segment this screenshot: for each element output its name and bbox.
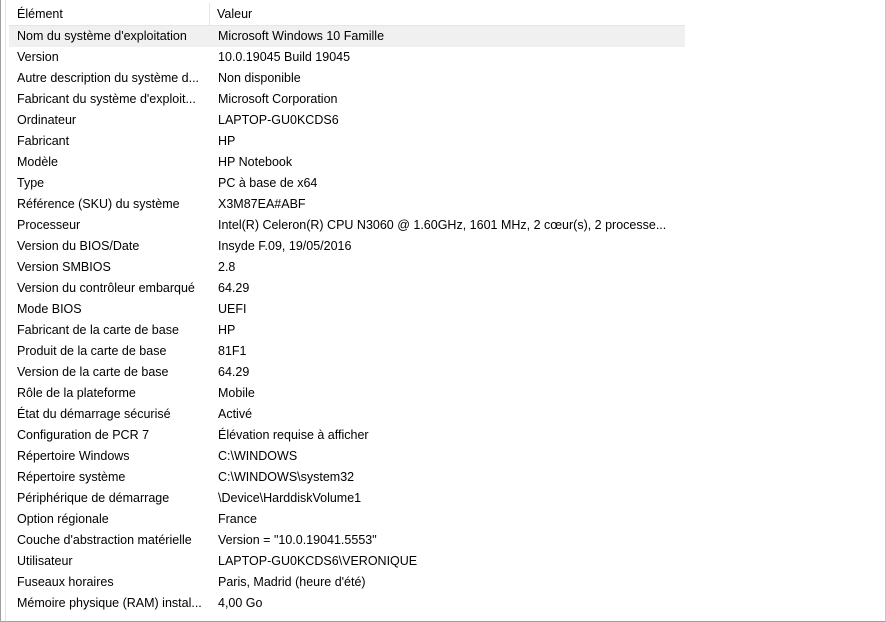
item-element: Option régionale [17, 512, 109, 526]
list-item[interactable]: Fuseaux horaires Paris, Madrid (heure d'é… [9, 572, 685, 593]
item-element: Processeur [17, 218, 81, 232]
list-item[interactable]: Nom du système d'exploitation Microsoft W… [9, 26, 685, 47]
item-value: 81F1 [218, 344, 247, 358]
column-header-element[interactable]: Élément [9, 3, 210, 25]
list-item[interactable]: Répertoire système C:\WINDOWS\system32 [9, 467, 685, 488]
list-item[interactable]: Modèle HP Notebook [9, 152, 685, 173]
item-value: 4,00 Go [218, 596, 263, 610]
list-item[interactable]: Répertoire Windows C:\WINDOWS [9, 446, 685, 467]
list-item[interactable]: Processeur Intel(R) Celeron(R) CPU N3060 … [9, 215, 685, 236]
list-body: Nom du système d'exploitation Microsoft W… [9, 26, 685, 614]
list-item[interactable]: Type PC à base de x64 [9, 173, 685, 194]
list-item[interactable]: Mémoire physique (RAM) instal... 4,00 Go [9, 593, 685, 614]
list-item[interactable]: Version du contrôleur embarqué 64.29 [9, 278, 685, 299]
list-item[interactable]: Mode BIOS UEFI [9, 299, 685, 320]
item-element: Rôle de la plateforme [17, 386, 136, 400]
item-value: Activé [218, 407, 253, 421]
item-value: Insyde F.09, 19/05/2016 [218, 239, 352, 253]
list-item[interactable]: Configuration de PCR 7 Élévation requise … [9, 425, 685, 446]
item-element: Version SMBIOS [17, 260, 111, 274]
list-item[interactable]: Couche d'abstraction matérielle Version =… [9, 530, 685, 551]
item-value: LAPTOP-GU0KCDS6\VERONIQUE [218, 554, 418, 568]
item-value: \Device\HarddiskVolume1 [218, 491, 362, 505]
list-item[interactable]: Version 10.0.19045 Build 19045 [9, 47, 685, 68]
item-value: Élévation requise à afficher [218, 428, 369, 442]
item-value: X3M87EA#ABF [218, 197, 306, 211]
list-item[interactable]: Produit de la carte de base 81F1 [9, 341, 685, 362]
list-item[interactable]: État du démarrage sécurisé Activé [9, 404, 685, 425]
item-value: Mobile [218, 386, 255, 400]
item-value: Microsoft Windows 10 Famille [218, 29, 385, 43]
item-element: Version de la carte de base [17, 365, 169, 379]
item-element: État du démarrage sécurisé [17, 407, 171, 421]
item-element: Répertoire Windows [17, 449, 130, 463]
list-item[interactable]: Périphérique de démarrage \Device\Harddis… [9, 488, 685, 509]
item-value: UEFI [218, 302, 247, 316]
item-value: C:\WINDOWS\system32 [218, 470, 355, 484]
list-item[interactable]: Autre description du système d... Non dis… [9, 68, 685, 89]
item-value: 64.29 [218, 365, 250, 379]
list-item[interactable]: Option régionale France [9, 509, 685, 530]
system-summary-panel: Élément Valeur Nom du système d'exploita… [0, 0, 886, 622]
item-element: Périphérique de démarrage [17, 491, 170, 505]
item-value: Non disponible [218, 71, 301, 85]
list-item[interactable]: Version SMBIOS 2.8 [9, 257, 685, 278]
item-value: C:\WINDOWS [218, 449, 298, 463]
item-value: HP [218, 134, 236, 148]
item-element: Autre description du système d... [17, 71, 200, 85]
item-value: LAPTOP-GU0KCDS6 [218, 113, 339, 127]
list-item[interactable]: Référence (SKU) du système X3M87EA#ABF [9, 194, 685, 215]
system-info-list[interactable]: Élément Valeur Nom du système d'exploita… [9, 3, 685, 614]
list-item[interactable]: Fabricant du système d'exploit... Microso… [9, 89, 685, 110]
item-value: Intel(R) Celeron(R) CPU N3060 @ 1.60GHz,… [218, 218, 667, 232]
item-element: Couche d'abstraction matérielle [17, 533, 192, 547]
item-value: 64.29 [218, 281, 250, 295]
list-item[interactable]: Rôle de la plateforme Mobile [9, 383, 685, 404]
item-element: Fabricant [17, 134, 70, 148]
item-value: HP [218, 323, 236, 337]
list-item[interactable]: Version de la carte de base 64.29 [9, 362, 685, 383]
item-element: Ordinateur [17, 113, 77, 127]
item-value: 10.0.19045 Build 19045 [218, 50, 351, 64]
list-header: Élément Valeur [9, 3, 685, 26]
item-value: Version = "10.0.19041.5553" [218, 533, 377, 547]
item-element: Fabricant de la carte de base [17, 323, 179, 337]
item-value: Paris, Madrid (heure d'été) [218, 575, 366, 589]
item-element: Version [17, 50, 59, 64]
list-item[interactable]: Ordinateur LAPTOP-GU0KCDS6 [9, 110, 685, 131]
list-item[interactable]: Utilisateur LAPTOP-GU0KCDS6\VERONIQUE [9, 551, 685, 572]
item-value: Microsoft Corporation [218, 92, 338, 106]
item-element: Nom du système d'exploitation [17, 29, 187, 43]
item-element: Type [17, 176, 45, 190]
item-element: Mode BIOS [17, 302, 82, 316]
list-item[interactable]: Fabricant de la carte de base HP [9, 320, 685, 341]
list-item[interactable]: Fabricant HP [9, 131, 685, 152]
item-element: Fuseaux horaires [17, 575, 114, 589]
item-element: Fabricant du système d'exploit... [17, 92, 196, 106]
item-element: Mémoire physique (RAM) instal... [17, 596, 202, 610]
item-element: Version du contrôleur embarqué [17, 281, 195, 295]
item-value: HP Notebook [218, 155, 293, 169]
list-item[interactable]: Version du BIOS/Date Insyde F.09, 19/05/2… [9, 236, 685, 257]
item-element: Produit de la carte de base [17, 344, 167, 358]
item-element: Modèle [17, 155, 58, 169]
item-element: Répertoire système [17, 470, 126, 484]
column-header-value[interactable]: Valeur [210, 3, 685, 25]
item-element: Utilisateur [17, 554, 73, 568]
item-value: 2.8 [218, 260, 236, 274]
item-element: Référence (SKU) du système [17, 197, 180, 211]
item-element: Version du BIOS/Date [17, 239, 140, 253]
item-value: France [218, 512, 257, 526]
item-element: Configuration de PCR 7 [17, 428, 150, 442]
item-value: PC à base de x64 [218, 176, 318, 190]
